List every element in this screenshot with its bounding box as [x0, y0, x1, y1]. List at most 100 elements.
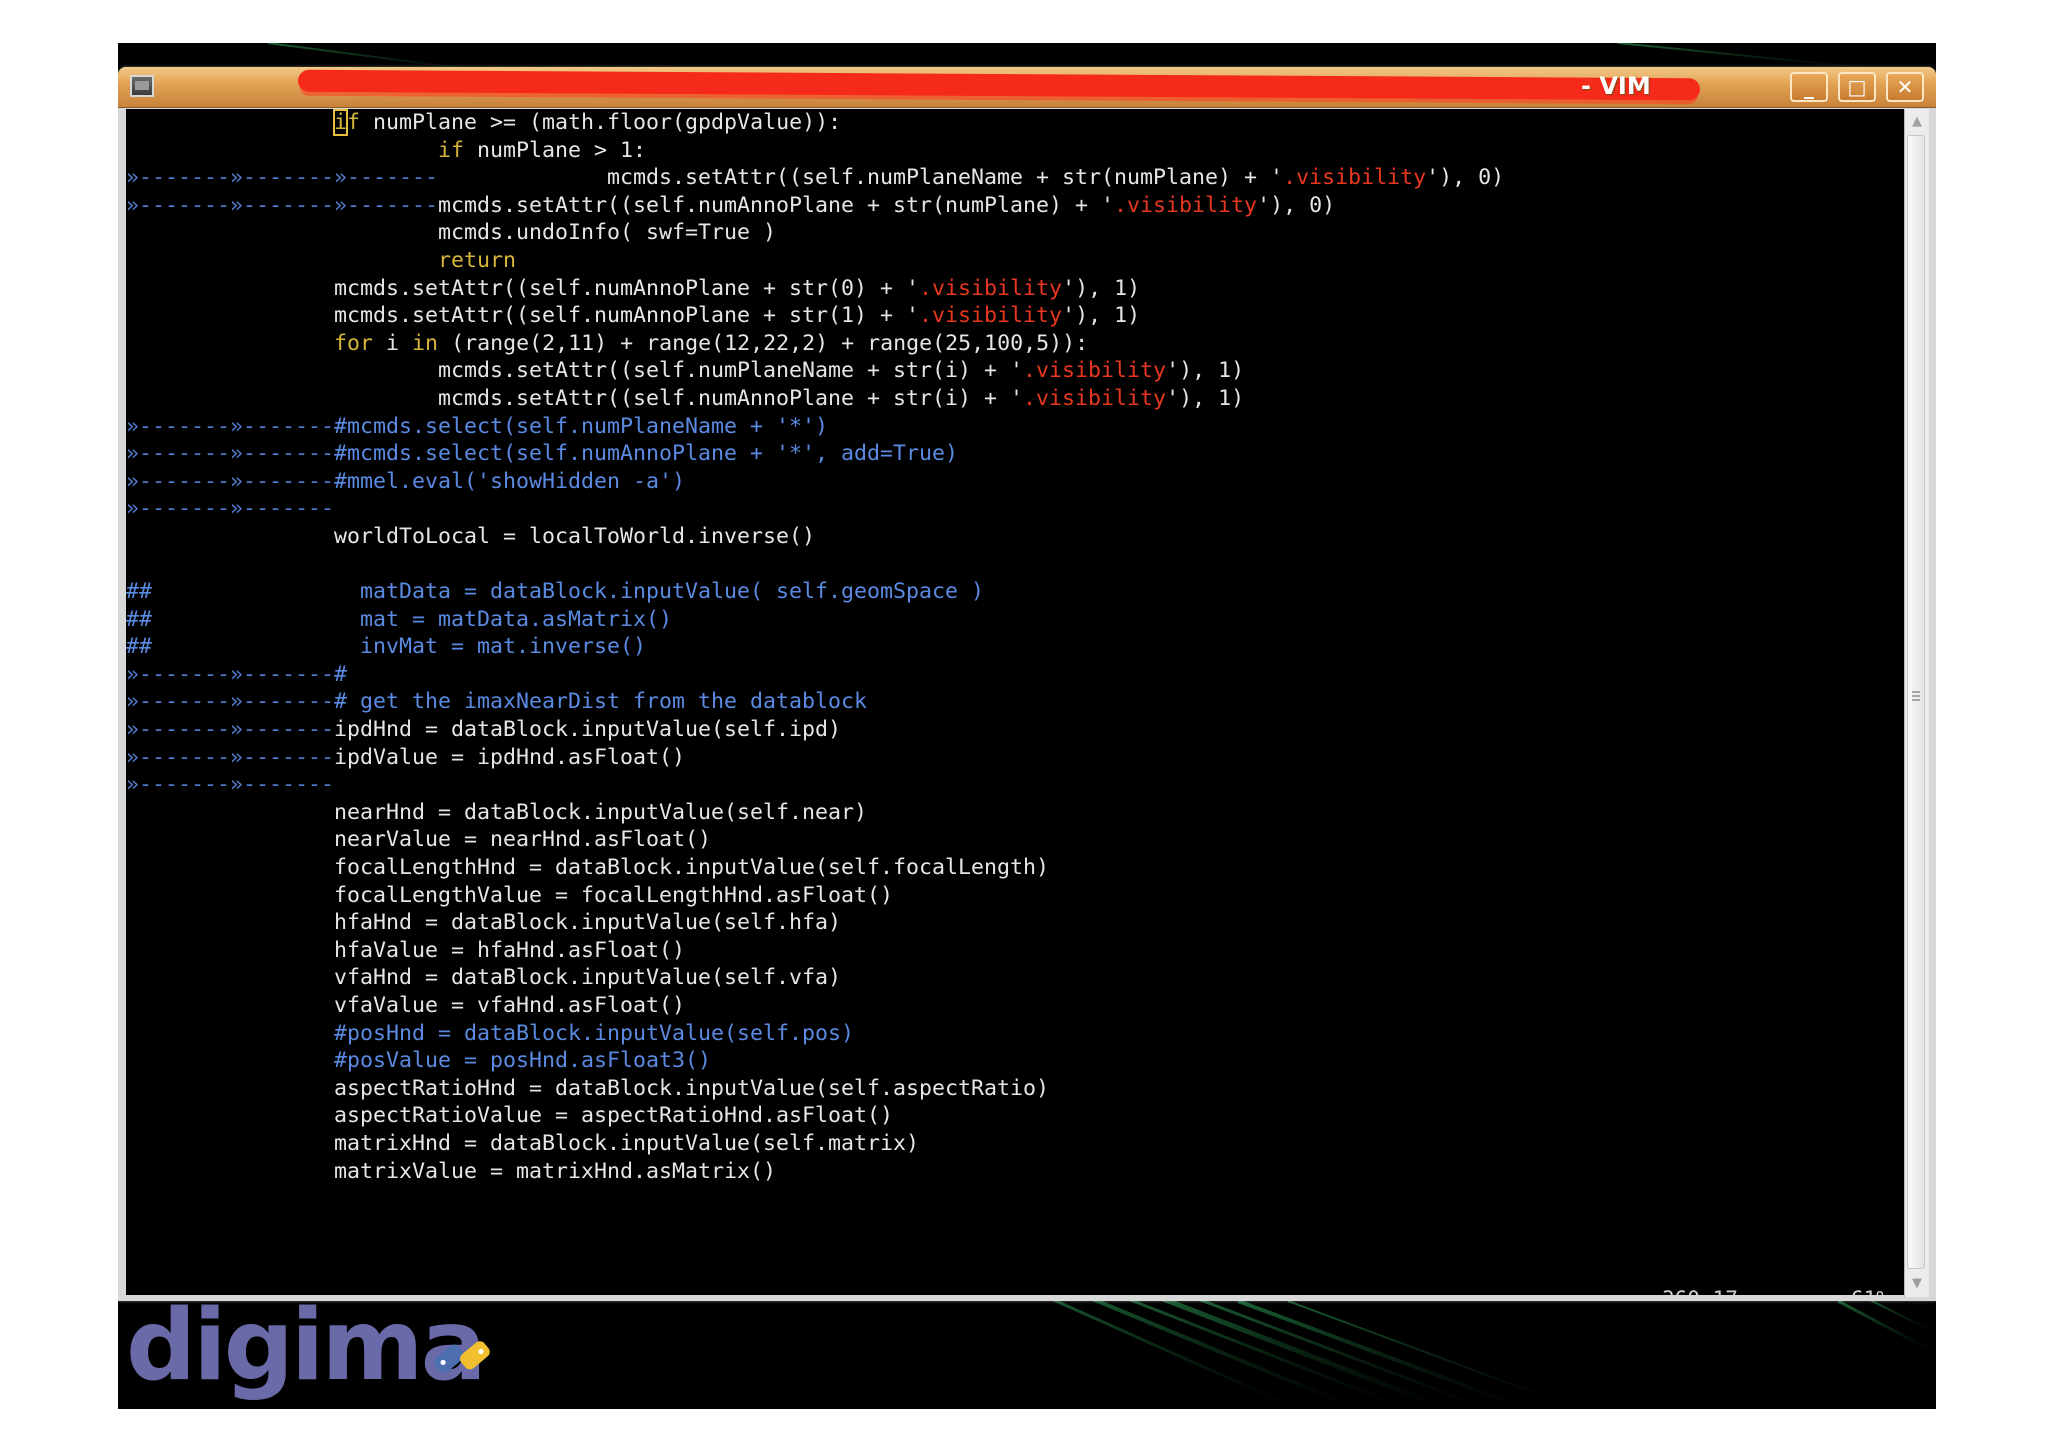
code-segment: '), 1)	[1062, 303, 1141, 329]
code-segment: nearValue = nearHnd.asFloat()	[126, 827, 712, 853]
code-segment: #posValue = posHnd.asFloat3()	[334, 1048, 712, 1074]
close-button[interactable]: ✕	[1886, 72, 1924, 102]
text-cursor: i	[333, 109, 349, 136]
code-text: if numPlane >= (math.floor(gpdpValue)): …	[126, 109, 1504, 1185]
code-segment: #mcmds.select(self.numAnnoPlane + '*', a…	[334, 441, 959, 467]
code-segment: (range(2,11) + range(12,22,2) + range(25…	[438, 330, 1089, 356]
arrow-down-icon[interactable]: ▼	[1908, 1275, 1926, 1293]
code-segment: aspectRatioValue = aspectRatioHnd.asFloa…	[126, 1103, 894, 1129]
title-redaction-mark	[297, 69, 1701, 101]
code-line: hfaValue = hfaHnd.asFloat()	[126, 937, 1504, 965]
code-segment: '), 1)	[1062, 275, 1141, 301]
code-line: mcmds.setAttr((self.numPlaneName + str(i…	[126, 357, 1504, 385]
code-line: ## matData = dataBlock.inputValue( self.…	[126, 578, 1504, 606]
code-line: »-------»-------#mcmds.select(self.numPl…	[126, 413, 1504, 441]
code-line: aspectRatioHnd = dataBlock.inputValue(se…	[126, 1075, 1504, 1103]
code-segment: »-------»-------	[126, 772, 335, 798]
code-segment: f	[347, 110, 361, 135]
code-line: focalLengthHnd = dataBlock.inputValue(se…	[126, 854, 1504, 882]
code-segment: »-------»-------	[126, 496, 335, 522]
code-line: »-------»-------ipdHnd = dataBlock.input…	[126, 716, 1504, 744]
arrow-up-icon[interactable]: ▲	[1908, 113, 1926, 131]
code-segment: '), 0)	[1426, 165, 1505, 191]
code-segment: ## invMat = mat.inverse()	[126, 634, 647, 660]
code-segment: '), 1)	[1166, 385, 1245, 411]
code-segment: if	[438, 137, 465, 163]
slide: - VIM _ □ ✕ if numPlane >= (math.floor(g…	[118, 43, 1936, 1409]
code-segment: focalLengthValue = focalLengthHnd.asFloa…	[126, 882, 894, 908]
vertical-scrollbar[interactable]: ▲ ▼	[1904, 109, 1929, 1297]
code-segment: mcmds.setAttr((self.numAnnoPlane + str(n…	[438, 192, 1115, 218]
code-line: worldToLocal = localToWorld.inverse()	[126, 523, 1504, 551]
code-segment: # get the imaxNearDist from the databloc…	[334, 689, 868, 715]
code-line: »-------»-------#mcmds.select(self.numAn…	[126, 440, 1504, 468]
minimize-button[interactable]: _	[1790, 72, 1828, 102]
code-segment: »-------»-------»-------	[126, 192, 439, 218]
code-segment: '), 1)	[1166, 358, 1245, 384]
code-segment: mcmds.setAttr((self.numAnnoPlane + str(i…	[126, 385, 1024, 411]
code-line: return	[126, 247, 1504, 275]
title-bar[interactable]: - VIM _ □ ✕	[118, 67, 1936, 108]
code-segment: in	[412, 330, 439, 356]
code-segment: »-------»-------	[126, 468, 335, 494]
code-segment: '), 0)	[1257, 192, 1336, 218]
code-segment: mcmds.setAttr((self.numPlaneName + str(n…	[438, 165, 1284, 191]
code-segment: »-------»-------	[126, 441, 335, 467]
code-line: »-------»-------»-------mcmds.setAttr((s…	[126, 192, 1504, 220]
code-segment: .visibility	[1283, 165, 1427, 191]
code-line: matrixHnd = dataBlock.inputValue(self.ma…	[126, 1130, 1504, 1158]
code-line: mcmds.setAttr((self.numAnnoPlane + str(i…	[126, 385, 1504, 413]
code-segment: mcmds.setAttr((self.numAnnoPlane + str(1…	[126, 303, 920, 329]
code-line: nearHnd = dataBlock.inputValue(self.near…	[126, 799, 1504, 827]
code-line: mcmds.setAttr((self.numAnnoPlane + str(1…	[126, 302, 1504, 330]
code-segment: ipdHnd = dataBlock.inputValue(self.ipd)	[334, 717, 842, 743]
code-segment: numPlane >= (math.floor(gpdpValue)):	[360, 110, 842, 135]
code-segment: .visibility	[1023, 385, 1167, 411]
code-segment: #posHnd = dataBlock.inputValue(self.pos)	[334, 1020, 855, 1046]
code-segment: .visibility	[1114, 192, 1258, 218]
code-segment: »-------»-------	[126, 689, 335, 715]
code-line: nearValue = nearHnd.asFloat()	[126, 826, 1504, 854]
scroll-thumb[interactable]	[1907, 135, 1925, 1269]
vim-window: - VIM _ □ ✕ if numPlane >= (math.floor(g…	[118, 67, 1936, 1301]
code-segment: matrixHnd = dataBlock.inputValue(self.ma…	[126, 1130, 920, 1156]
code-line: »-------»-------#	[126, 661, 1504, 689]
editor-area[interactable]: if numPlane >= (math.floor(gpdpValue)): …	[126, 109, 1904, 1295]
terminal-window-icon[interactable]	[130, 75, 154, 97]
code-segment: .visibility	[1023, 358, 1167, 384]
code-line: #posValue = posHnd.asFloat3()	[126, 1047, 1504, 1075]
code-line: »-------»-------»------- mcmds.setAttr((…	[126, 164, 1504, 192]
code-line: ## mat = matData.asMatrix()	[126, 606, 1504, 634]
code-segment: vfaHnd = dataBlock.inputValue(self.vfa)	[126, 965, 842, 991]
code-segment: return	[438, 247, 517, 273]
code-segment: .visibility	[919, 303, 1063, 329]
code-line: »-------»-------ipdValue = ipdHnd.asFloa…	[126, 744, 1504, 772]
code-line: mcmds.setAttr((self.numAnnoPlane + str(0…	[126, 275, 1504, 303]
code-line: »-------»-------#mmel.eval('showHidden -…	[126, 468, 1504, 496]
code-line: aspectRatioValue = aspectRatioHnd.asFloa…	[126, 1102, 1504, 1130]
code-segment: nearHnd = dataBlock.inputValue(self.near…	[126, 799, 868, 825]
code-segment: worldToLocal = localToWorld.inverse()	[126, 523, 816, 549]
code-segment: ## matData = dataBlock.inputValue( self.…	[126, 579, 985, 605]
code-segment: hfaHnd = dataBlock.inputValue(self.hfa)	[126, 910, 842, 936]
code-segment: for	[334, 330, 374, 356]
code-line: vfaHnd = dataBlock.inputValue(self.vfa)	[126, 964, 1504, 992]
code-segment: mcmds.setAttr((self.numPlaneName + str(i…	[126, 358, 1024, 384]
code-segment: »-------»-------	[126, 744, 335, 770]
code-segment: .visibility	[919, 275, 1063, 301]
cursor-position: 360,17	[1662, 1287, 1738, 1295]
code-segment: mcmds.undoInfo( swf=True )	[126, 220, 777, 246]
code-line: »-------»-------	[126, 771, 1504, 799]
code-line: if numPlane >= (math.floor(gpdpValue)):	[126, 109, 1504, 137]
maximize-button[interactable]: □	[1838, 72, 1876, 102]
code-segment: »-------»-------	[126, 661, 335, 687]
code-line: #posHnd = dataBlock.inputValue(self.pos)	[126, 1020, 1504, 1048]
code-segment: mcmds.setAttr((self.numAnnoPlane + str(0…	[126, 275, 920, 301]
code-line: for i in (range(2,11) + range(12,22,2) +…	[126, 330, 1504, 358]
code-segment: »-------»-------	[126, 717, 335, 743]
